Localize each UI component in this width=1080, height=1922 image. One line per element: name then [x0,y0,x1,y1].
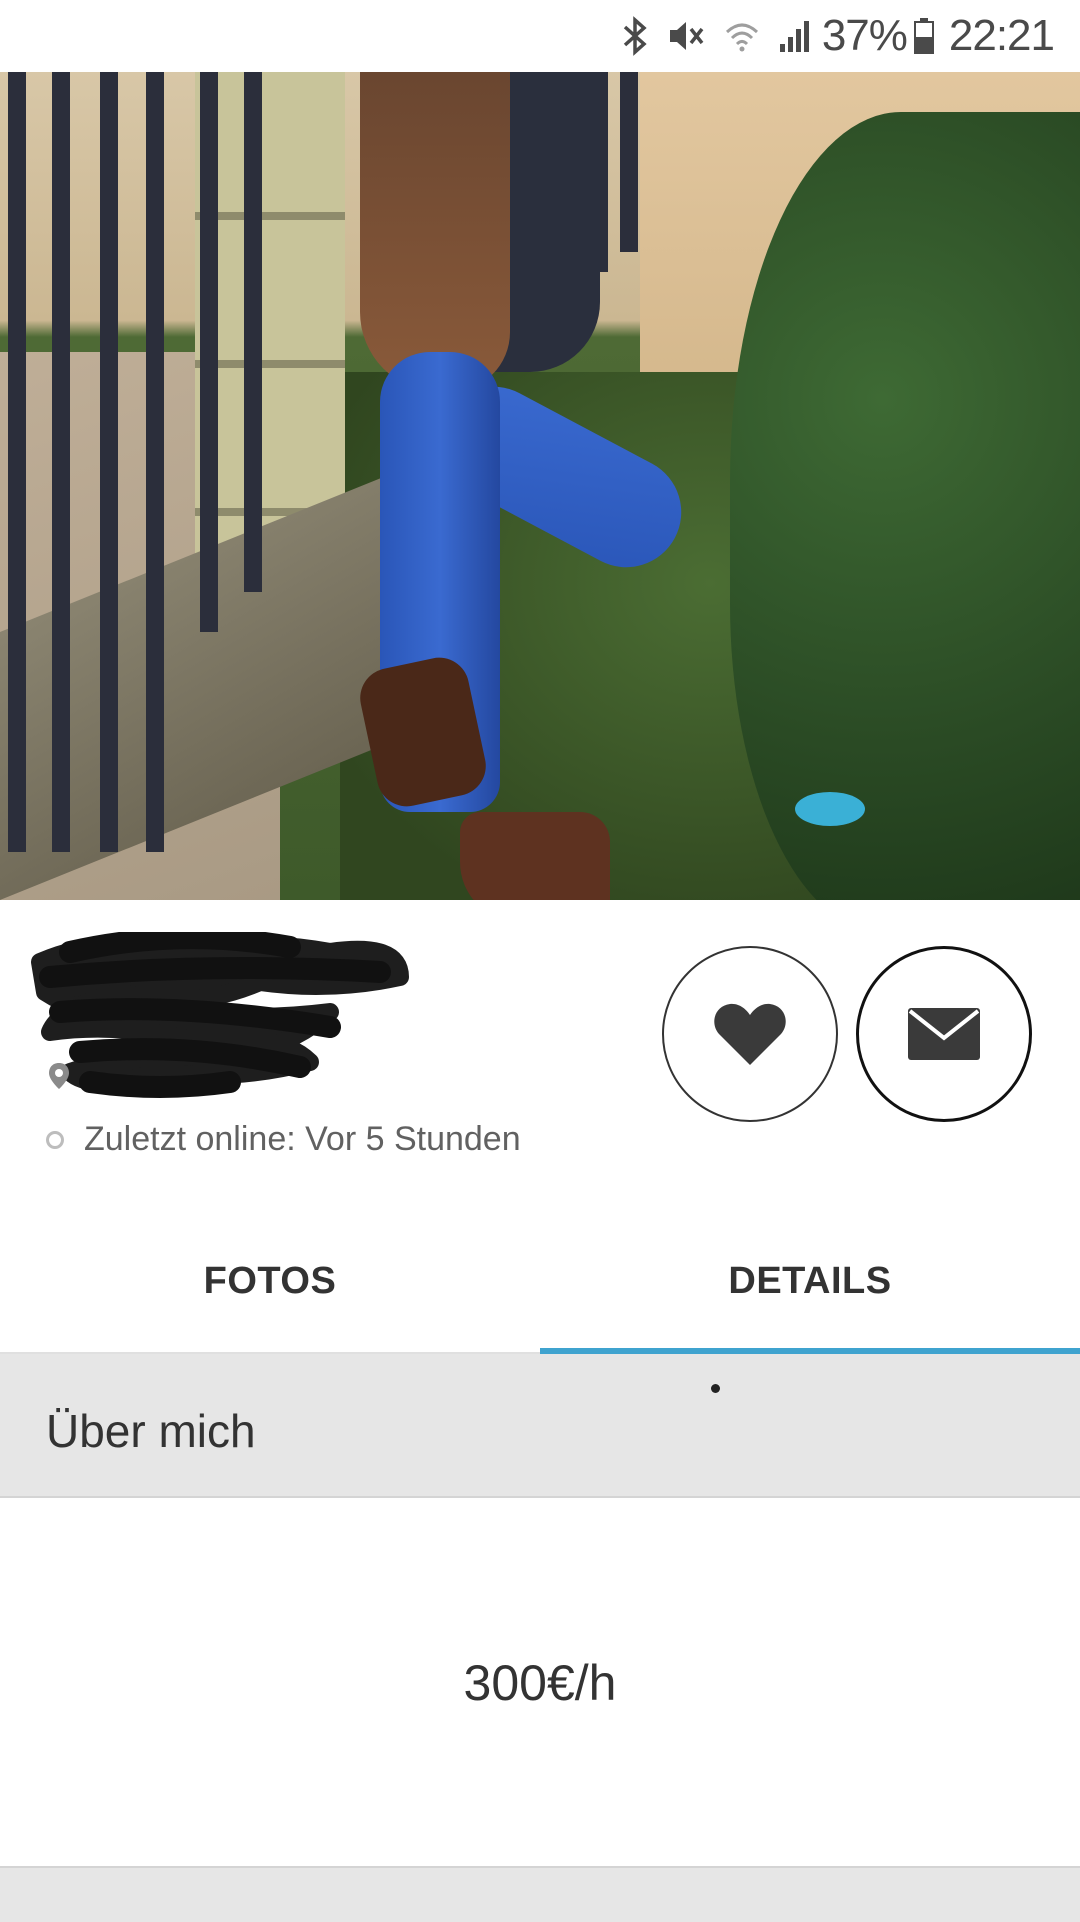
profile-photo[interactable] [0,72,1080,900]
location-pin-icon [49,1063,69,1089]
envelope-icon [908,1008,980,1060]
photo-fence-bar [8,72,26,852]
photo-fence-bar [100,72,118,852]
profile-tabs: FOTOS DETAILS [0,1210,1080,1354]
mute-icon [666,16,706,56]
battery-icon [913,17,935,55]
like-button[interactable] [662,946,838,1122]
status-bar: 37% 22:21 [0,0,1080,72]
photo-fence-bar [620,72,638,252]
bluetooth-icon [622,16,648,56]
about-section-header: Über mich [0,1354,1080,1498]
heart-icon [714,1003,786,1065]
photo-person-hair [360,72,510,392]
wifi-icon [724,16,760,56]
last-online-text: Zuletzt online: Vor 5 Stunden [84,1120,521,1158]
tab-details[interactable]: DETAILS [540,1210,1080,1354]
signal-icon [778,18,812,54]
photo-blue-ball [795,792,865,826]
page-indicator-dot [711,1384,720,1393]
last-online-status: Zuletzt online: Vor 5 Stunden [46,1120,521,1159]
photo-fence-bar [52,72,70,852]
about-text: 300€/h [463,1655,617,1711]
message-button[interactable] [856,946,1032,1122]
photo-fence-bar [244,72,262,592]
tab-fotos[interactable]: FOTOS [0,1210,540,1352]
section-title: Über mich [46,1405,256,1457]
photo-fence-bar [200,72,218,632]
redacted-name-scribble [31,932,409,1098]
clock: 22:21 [948,11,1055,60]
photo-person-boot [460,812,610,900]
photo-bush [730,112,1080,900]
photo-fence-bar [146,72,164,852]
battery-percent: 37% [821,11,908,60]
profile-info: Zuletzt online: Vor 5 Stunden [0,900,1080,1210]
online-status-dot [46,1130,64,1149]
next-section-strip [0,1866,1080,1922]
about-content: 300€/h [0,1498,1080,1868]
